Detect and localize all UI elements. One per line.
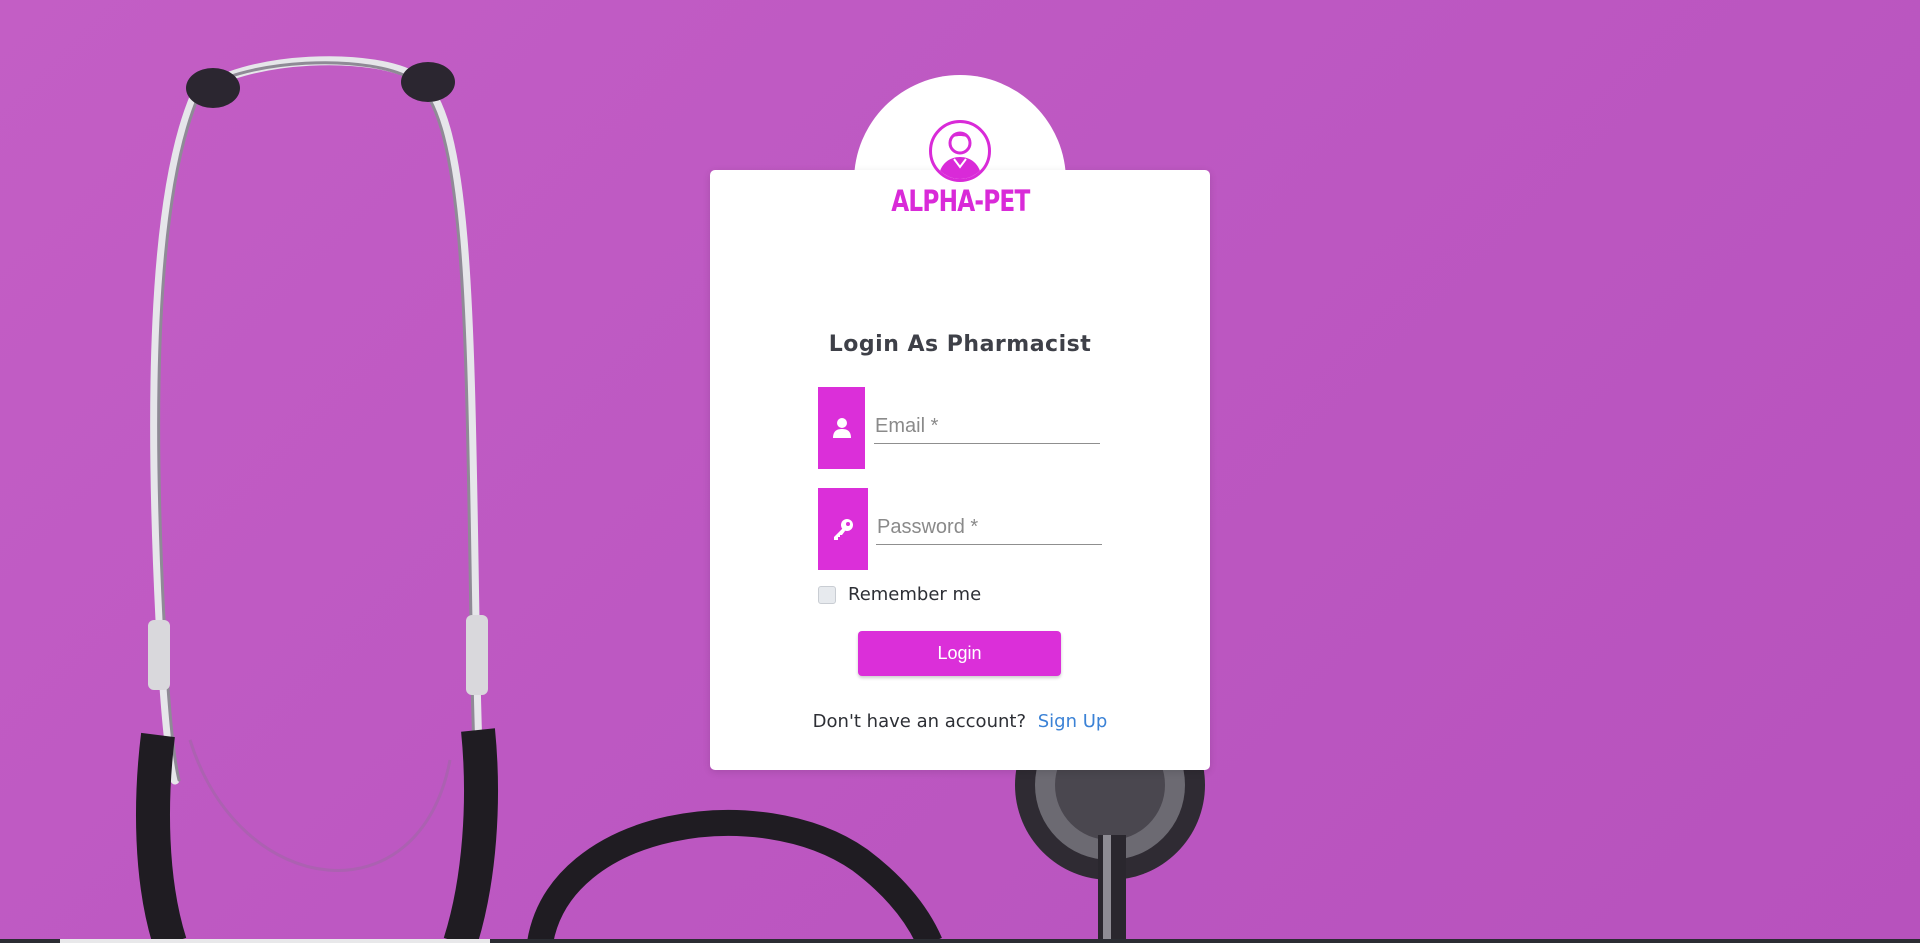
page-title: Login As Pharmacist bbox=[828, 332, 1092, 357]
doctor-avatar-icon bbox=[929, 120, 991, 182]
login-button[interactable]: Login bbox=[858, 631, 1061, 676]
remember-me-label[interactable]: Remember me bbox=[848, 584, 981, 605]
brand-name: ALPHA-PET bbox=[890, 184, 1030, 218]
signup-prompt: Don't have an account? Sign Up bbox=[710, 711, 1210, 732]
user-icon bbox=[818, 387, 865, 469]
password-field[interactable] bbox=[876, 510, 1102, 545]
brand-logo: ALPHA-PET bbox=[855, 120, 1065, 218]
signup-prompt-text: Don't have an account? bbox=[812, 711, 1026, 732]
login-card bbox=[710, 170, 1210, 770]
key-icon bbox=[818, 488, 868, 570]
remember-me: Remember me bbox=[818, 584, 981, 605]
bottom-edge-bar bbox=[0, 939, 1920, 943]
email-field[interactable] bbox=[874, 409, 1100, 444]
remember-me-checkbox[interactable] bbox=[818, 585, 836, 604]
signup-link[interactable]: Sign Up bbox=[1038, 711, 1108, 732]
